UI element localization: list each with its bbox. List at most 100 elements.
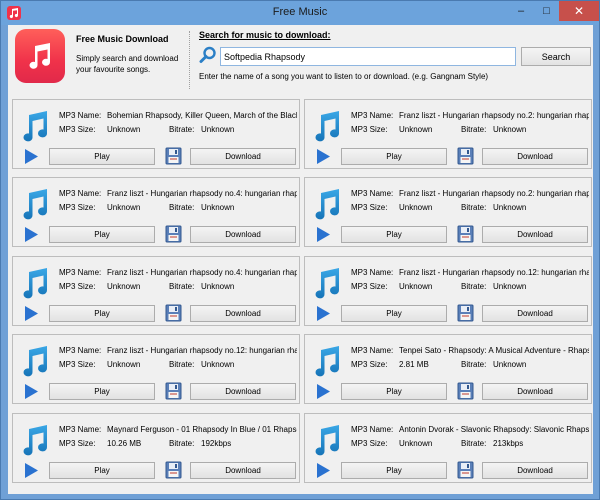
play-button[interactable]: Play (49, 383, 155, 400)
mp3-size-label: MP3 Size: (59, 203, 96, 212)
mp3-size-value: Unknown (107, 203, 141, 212)
bitrate-value: Unknown (493, 203, 527, 212)
mp3-name-value: Maynard Ferguson - 01 Rhapsody In Blue /… (107, 425, 297, 434)
mp3-name-value: Franz liszt - Hungarian rhapsody no.2: h… (399, 111, 589, 120)
play-icon[interactable] (316, 383, 331, 400)
play-button[interactable]: Play (341, 383, 447, 400)
music-note-icon (315, 189, 340, 220)
title-bar[interactable]: Free Music – □ ✕ (1, 1, 599, 25)
app-name: Free Music Download (76, 34, 169, 44)
play-icon[interactable] (24, 462, 39, 479)
app-window: Free Music – □ ✕ Free Music Download Sim… (0, 0, 600, 500)
mp3-name-label: MP3 Name: (351, 346, 394, 355)
download-button[interactable]: Download (482, 148, 588, 165)
mp3-name-label: MP3 Name: (351, 111, 394, 120)
search-button[interactable]: Search (521, 47, 591, 66)
search-input[interactable] (220, 47, 516, 66)
mp3-name-label: MP3 Name: (351, 189, 394, 198)
floppy-disk-icon[interactable] (165, 461, 182, 479)
close-button[interactable]: ✕ (559, 1, 599, 21)
play-icon[interactable] (316, 148, 331, 165)
download-button[interactable]: Download (482, 383, 588, 400)
mp3-name-label: MP3 Name: (59, 189, 102, 198)
floppy-disk-icon[interactable] (165, 382, 182, 400)
play-button[interactable]: Play (49, 305, 155, 322)
music-note-icon (23, 189, 48, 220)
bitrate-label: Bitrate: (461, 360, 487, 369)
download-button[interactable]: Download (482, 305, 588, 322)
download-button[interactable]: Download (482, 226, 588, 243)
download-button[interactable]: Download (190, 462, 296, 479)
mp3-size-value: Unknown (399, 282, 433, 291)
mp3-size-label: MP3 Size: (351, 439, 388, 448)
download-button[interactable]: Download (190, 305, 296, 322)
bitrate-label: Bitrate: (169, 203, 195, 212)
minimize-button[interactable]: – (508, 1, 534, 21)
search-title: Search for music to download: (199, 30, 331, 40)
bitrate-label: Bitrate: (461, 439, 487, 448)
play-button[interactable]: Play (341, 226, 447, 243)
bitrate-label: Bitrate: (461, 282, 487, 291)
floppy-disk-icon[interactable] (165, 304, 182, 322)
result-item: MP3 Name: Franz liszt - Hungarian rhapsod… (12, 177, 300, 247)
result-item: MP3 Name: Franz liszt - Hungarian rhapsod… (12, 256, 300, 326)
download-button[interactable]: Download (190, 148, 296, 165)
download-button[interactable]: Download (190, 383, 296, 400)
mp3-name-label: MP3 Name: (59, 111, 102, 120)
mp3-size-value: Unknown (107, 125, 141, 134)
play-icon[interactable] (24, 383, 39, 400)
result-item: MP3 Name: Maynard Ferguson - 01 Rhapsody … (12, 413, 300, 483)
header-divider (189, 31, 190, 89)
mp3-name-label: MP3 Name: (59, 425, 102, 434)
play-button[interactable]: Play (341, 305, 447, 322)
bitrate-label: Bitrate: (461, 125, 487, 134)
download-button[interactable]: Download (190, 226, 296, 243)
music-note-icon (315, 346, 340, 377)
play-icon[interactable] (316, 226, 331, 243)
mp3-size-label: MP3 Size: (351, 203, 388, 212)
play-button[interactable]: Play (49, 148, 155, 165)
app-logo (15, 29, 65, 83)
mp3-size-value: Unknown (399, 439, 433, 448)
play-button[interactable]: Play (341, 462, 447, 479)
mp3-size-label: MP3 Size: (351, 360, 388, 369)
floppy-disk-icon[interactable] (165, 225, 182, 243)
result-item: MP3 Name: Franz liszt - Hungarian rhapsod… (304, 177, 592, 247)
result-item: MP3 Name: Franz liszt - Hungarian rhapsod… (304, 256, 592, 326)
music-note-icon (23, 111, 48, 142)
mp3-size-value: Unknown (399, 203, 433, 212)
search-icon (199, 46, 216, 63)
play-icon[interactable] (24, 148, 39, 165)
mp3-size-value: 2.81 MB (399, 360, 429, 369)
play-button[interactable]: Play (341, 148, 447, 165)
music-note-icon (315, 268, 340, 299)
floppy-disk-icon[interactable] (457, 382, 474, 400)
play-button[interactable]: Play (49, 226, 155, 243)
bitrate-value: Unknown (493, 282, 527, 291)
floppy-disk-icon[interactable] (457, 461, 474, 479)
play-icon[interactable] (316, 462, 331, 479)
mp3-name-value: Franz liszt - Hungarian rhapsody no.12: … (107, 346, 297, 355)
result-item: MP3 Name: Antonin Dvorak - Slavonic Rhaps… (304, 413, 592, 483)
bitrate-label: Bitrate: (169, 439, 195, 448)
play-icon[interactable] (24, 226, 39, 243)
floppy-disk-icon[interactable] (457, 225, 474, 243)
floppy-disk-icon[interactable] (457, 304, 474, 322)
play-icon[interactable] (316, 305, 331, 322)
mp3-name-value: Franz liszt - Hungarian rhapsody no.2: h… (399, 189, 589, 198)
play-button[interactable]: Play (49, 462, 155, 479)
music-note-icon (23, 268, 48, 299)
bitrate-value: Unknown (201, 360, 235, 369)
mp3-size-label: MP3 Size: (59, 360, 96, 369)
music-note-icon (315, 111, 340, 142)
play-icon[interactable] (24, 305, 39, 322)
mp3-name-value: Tenpei Sato - Rhapsody: A Musical Advent… (399, 346, 589, 355)
header-panel: Free Music Download Simply search and do… (8, 25, 593, 95)
bitrate-value: Unknown (201, 125, 235, 134)
mp3-name-value: Antonin Dvorak - Slavonic Rhapsody: Slav… (399, 425, 589, 434)
floppy-disk-icon[interactable] (165, 147, 182, 165)
mp3-size-value: 10.26 MB (107, 439, 142, 448)
download-button[interactable]: Download (482, 462, 588, 479)
maximize-button[interactable]: □ (534, 1, 559, 21)
floppy-disk-icon[interactable] (457, 147, 474, 165)
